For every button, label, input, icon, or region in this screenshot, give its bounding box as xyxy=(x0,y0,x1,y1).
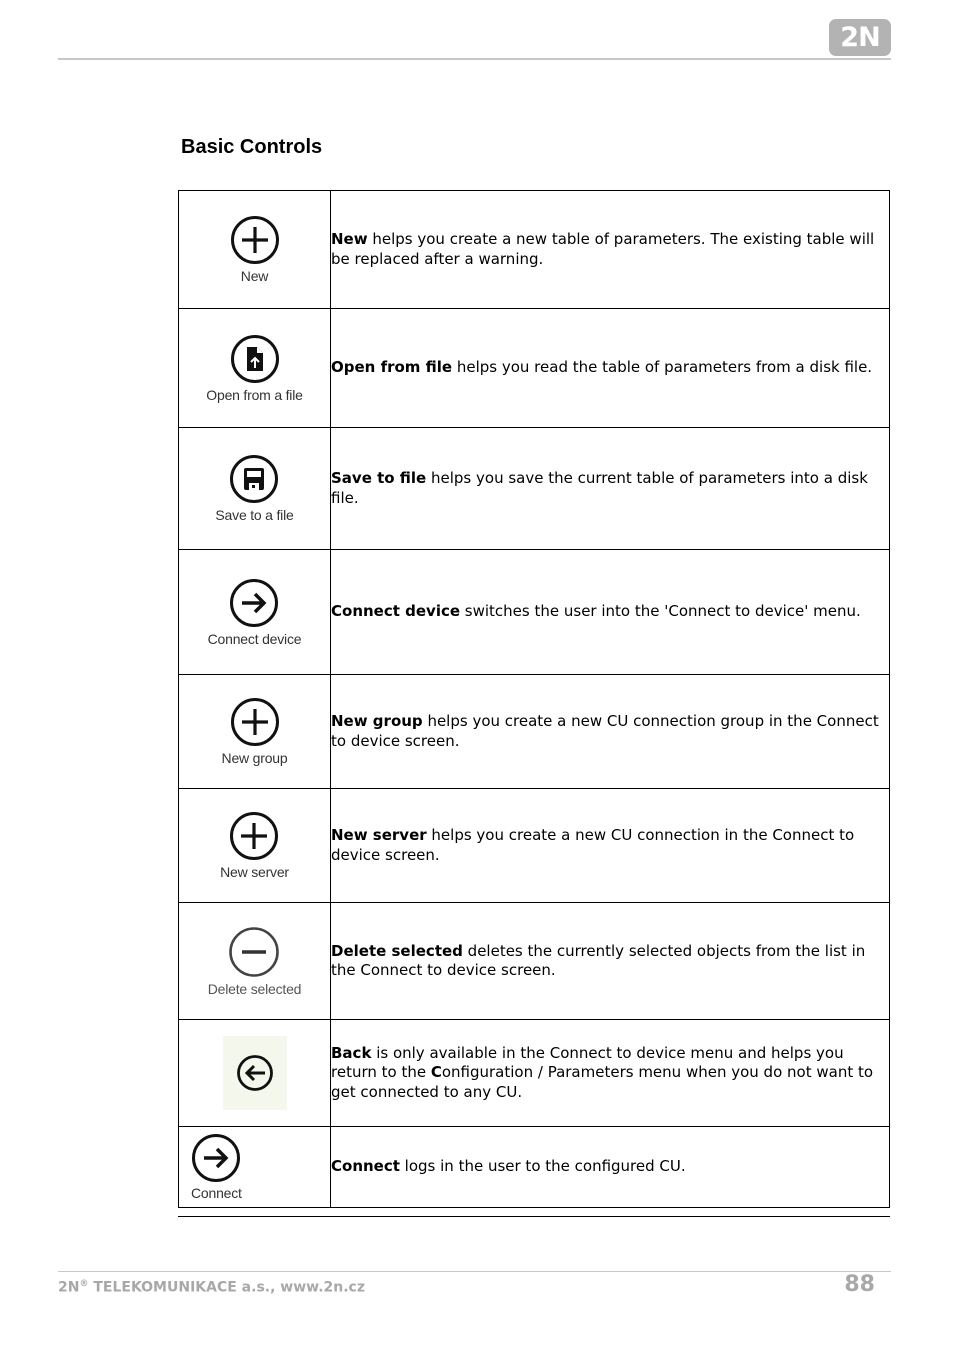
new-button[interactable]: New xyxy=(230,215,280,284)
table-row: Save to a file Save to file helps you sa… xyxy=(178,427,890,550)
minus-circle-icon xyxy=(229,926,280,977)
control-name: New server xyxy=(331,826,427,844)
table-row: New server New server helps you create a… xyxy=(178,788,890,903)
icon-label: Save to a file xyxy=(215,507,294,523)
control-description: helps you read the table of parameters f… xyxy=(452,358,873,377)
table-row: New New helps you create a new table of … xyxy=(178,190,890,309)
new-server-button[interactable]: New server xyxy=(220,811,289,880)
table-bottom-divider xyxy=(178,1216,890,1217)
icon-cell: New xyxy=(178,190,331,309)
table-row: Connect device Connect device switches t… xyxy=(178,549,890,675)
description-cell: Delete selected deletes the currently se… xyxy=(330,902,890,1020)
icon-cell: Save to a file xyxy=(178,427,331,550)
icon-cell: New group xyxy=(178,674,331,789)
header-divider xyxy=(58,58,891,60)
icon-cell: Open from a file xyxy=(178,308,331,428)
plus-circle-icon xyxy=(230,812,279,860)
save-to-file-button[interactable]: Save to a file xyxy=(215,454,294,523)
controls-table: New New helps you create a new table of … xyxy=(178,190,890,1208)
icon-label: New group xyxy=(221,750,288,766)
company-prefix: 2N xyxy=(58,1279,80,1296)
footer-divider xyxy=(58,1271,891,1272)
description-cell: Connect logs in the user to the configur… xyxy=(330,1126,890,1208)
description-cell: New group helps you create a new CU conn… xyxy=(330,674,890,789)
icon-label: Connect device xyxy=(207,630,302,647)
logo-text: 2N xyxy=(840,22,880,53)
icon-cell xyxy=(178,1019,331,1127)
open-from-file-button[interactable]: Open from a file xyxy=(206,334,303,403)
arrow-right-circle-icon xyxy=(192,1134,240,1182)
control-name: Connect device xyxy=(331,602,461,621)
save-file-icon xyxy=(230,455,279,503)
plus-circle-icon xyxy=(230,216,279,264)
icon-label: New xyxy=(240,268,269,284)
control-name: Delete selected xyxy=(331,941,463,960)
control-name: Save to file xyxy=(331,469,427,487)
table-row: Delete selected Delete selected deletes … xyxy=(178,902,890,1020)
control-description: switches the user into the 'Connect to d… xyxy=(460,602,861,621)
icon-cell: Delete selected xyxy=(178,902,331,1020)
icon-label: New server xyxy=(220,864,289,880)
description-cell: New helps you create a new table of para… xyxy=(330,190,890,309)
description-cell: New server helps you create a new CU con… xyxy=(330,788,890,903)
control-name: New group xyxy=(331,712,423,730)
page-number: 88 xyxy=(844,1272,875,1297)
plus-circle-icon xyxy=(230,698,279,746)
description-cell: Save to file helps you save the current … xyxy=(330,427,890,550)
table-row: Connect Connect logs in the user to the … xyxy=(178,1126,890,1208)
connect-button[interactable]: Connect xyxy=(179,1133,330,1201)
company-name: TELEKOMUNIKACE a.s., www.2n.cz xyxy=(88,1279,365,1296)
arrow-right-circle-icon xyxy=(230,578,279,627)
section-title: Basic Controls xyxy=(181,136,323,158)
arrow-left-circle-icon xyxy=(236,1055,273,1091)
emphasis-letter: C xyxy=(430,1063,442,1082)
description-cell: Back is only available in the Connect to… xyxy=(330,1019,890,1127)
control-name: Connect xyxy=(331,1157,400,1176)
delete-selected-button[interactable]: Delete selected xyxy=(207,926,302,997)
new-group-button[interactable]: New group xyxy=(222,697,288,766)
icon-cell: Connect xyxy=(178,1126,331,1208)
footer-company: 2N® TELEKOMUNIKACE a.s., www.2n.cz xyxy=(58,1279,365,1296)
icon-label: Open from a file xyxy=(206,386,303,403)
brand-logo: 2N xyxy=(829,19,891,56)
back-button[interactable] xyxy=(222,1036,287,1110)
icon-label: Connect xyxy=(191,1185,242,1201)
control-name: Open from file xyxy=(331,358,453,377)
control-name: Back xyxy=(331,1043,372,1062)
icon-cell: New server xyxy=(178,788,331,903)
table-row: New group New group helps you create a n… xyxy=(178,674,890,789)
table-row: Open from a file Open from file helps yo… xyxy=(178,308,890,428)
control-description: helps you create a new table of paramete… xyxy=(331,230,875,268)
connect-device-button[interactable]: Connect device xyxy=(208,578,302,647)
description-cell: Connect device switches the user into th… xyxy=(330,549,890,675)
description-cell: Open from file helps you read the table … xyxy=(330,308,890,428)
icon-cell: Connect device xyxy=(178,549,331,675)
icon-label: Delete selected xyxy=(207,980,302,997)
table-row: Back is only available in the Connect to… xyxy=(178,1019,890,1127)
control-description: logs in the user to the configured CU. xyxy=(399,1157,686,1176)
control-name: New xyxy=(331,230,368,248)
open-file-icon xyxy=(230,334,279,383)
